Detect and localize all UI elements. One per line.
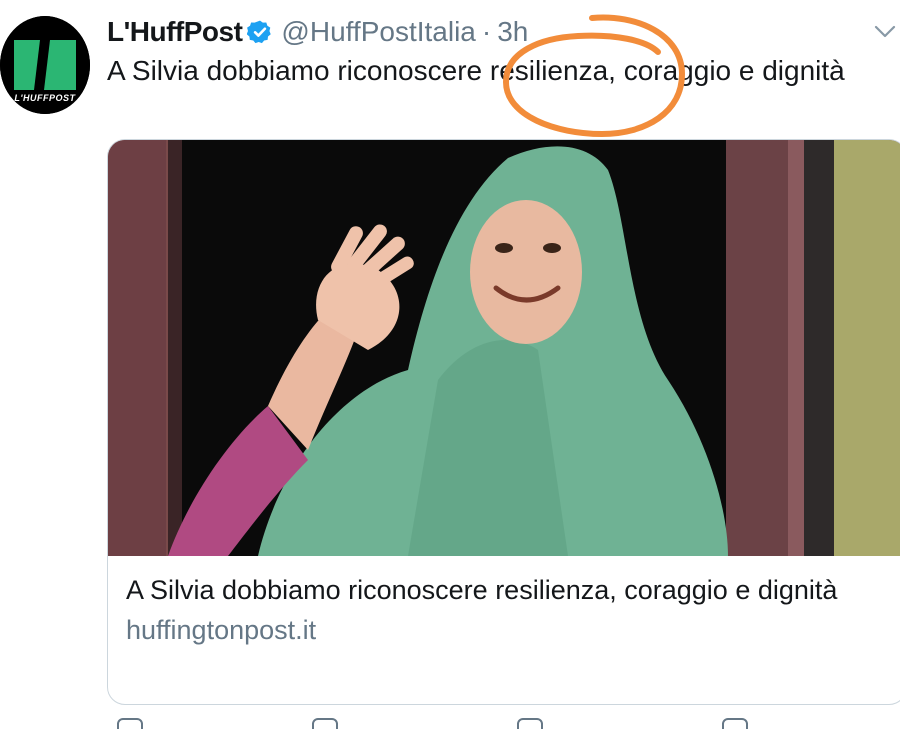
separator: · [481, 16, 492, 47]
tweet-header: L'HuffPost @HuffPostItalia · 3h [107, 12, 528, 52]
handle[interactable]: @HuffPostItalia [281, 16, 475, 48]
avatar-brand-text: L'HUFFPOST [14, 93, 76, 103]
card-domain[interactable]: huffingtonpost.it [126, 611, 886, 649]
timestamp[interactable]: 3h [497, 16, 528, 48]
link-card[interactable]: A Silvia dobbiamo riconoscere resilienza… [107, 139, 900, 705]
card-image[interactable] [108, 140, 900, 556]
reply-icon[interactable] [117, 718, 143, 729]
avatar[interactable]: L'HUFFPOST [0, 16, 90, 114]
card-body: A Silvia dobbiamo riconoscere resilienza… [126, 572, 886, 649]
chevron-down-icon[interactable] [872, 18, 898, 44]
share-icon[interactable] [722, 718, 748, 729]
retweet-icon[interactable] [312, 718, 338, 729]
tweet-text: A Silvia dobbiamo riconoscere resilienza… [107, 55, 845, 86]
card-title[interactable]: A Silvia dobbiamo riconoscere resilienza… [126, 572, 886, 609]
verified-badge-icon [247, 20, 272, 44]
display-name[interactable]: L'HuffPost [107, 16, 243, 48]
tweet[interactable]: L'HUFFPOST L'HuffPost @HuffPostItalia · … [0, 0, 900, 729]
like-icon[interactable] [517, 718, 543, 729]
tweet-actions [107, 718, 900, 729]
